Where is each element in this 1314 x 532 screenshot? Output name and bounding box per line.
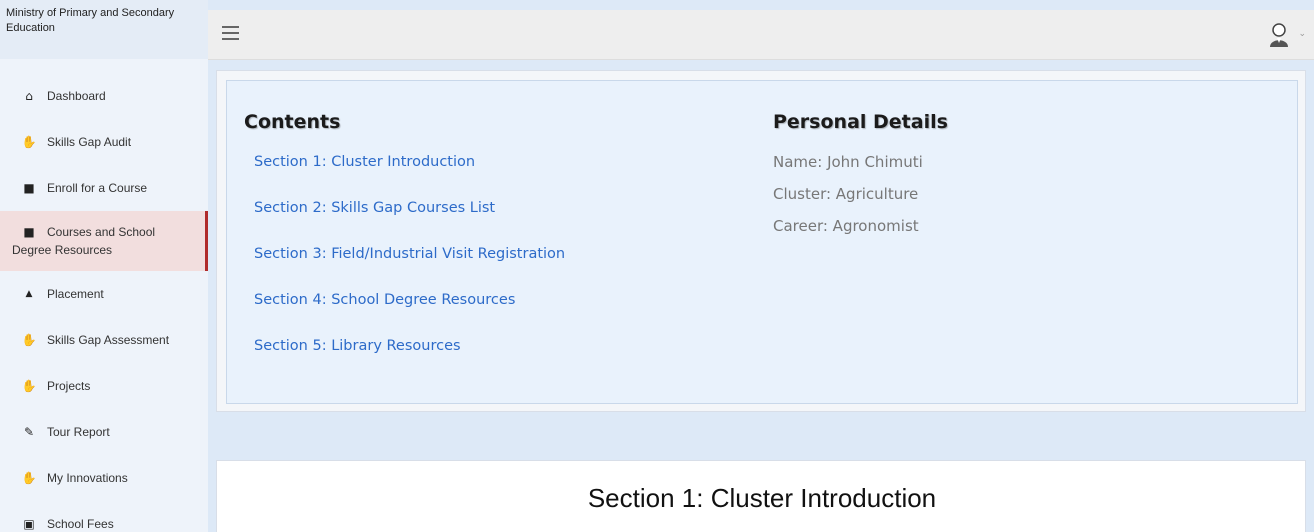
brand-title: Ministry of Primary and Secondary Educat…	[0, 0, 208, 59]
sidebar-item-skills-gap-assessment[interactable]: ✋ Skills Gap Assessment	[0, 317, 208, 363]
sidebar-item-enroll-course[interactable]: ■ Enroll for a Course	[0, 165, 208, 211]
bookmark-icon: ■	[23, 181, 35, 195]
sidebar-item-projects[interactable]: ✋ Projects	[0, 363, 208, 409]
contents-card: Contents Section 1: Cluster Introduction…	[216, 70, 1306, 412]
section-5-link[interactable]: Section 5: Library Resources	[254, 337, 565, 383]
sidebar-item-label: Enroll for a Course	[47, 181, 148, 195]
top-navbar: ⌄	[208, 10, 1314, 60]
sidebar-item-skills-gap-audit[interactable]: ✋ Skills Gap Audit	[0, 119, 208, 165]
handshake-icon: ✋	[21, 471, 37, 485]
contents-links: Section 1: Cluster Introduction Section …	[254, 153, 565, 383]
sidebar-item-label: Dashboard	[47, 89, 106, 103]
triangle-up-icon: ▲	[25, 289, 33, 299]
detail-cluster: Cluster: Agriculture	[773, 185, 919, 203]
sidebar-item-label: Skills Gap Audit	[47, 135, 132, 149]
edit-icon: ✎	[23, 425, 35, 439]
contents-heading: Contents	[244, 111, 341, 133]
section-title: Section 1: Cluster Introduction	[587, 483, 937, 513]
sidebar-item-school-fees[interactable]: ▣ School Fees	[0, 501, 208, 532]
sidebar-item-label: Placement	[47, 287, 104, 301]
section-3-link[interactable]: Section 3: Field/Industrial Visit Regist…	[254, 245, 565, 291]
contents-panel: Contents Section 1: Cluster Introduction…	[226, 80, 1298, 404]
section-1-link[interactable]: Section 1: Cluster Introduction	[254, 153, 565, 199]
sidebar-item-label: School Fees	[47, 517, 114, 531]
handshake-icon: ✋	[21, 135, 37, 149]
money-icon: ▣	[23, 517, 35, 531]
personal-details: Name: John Chimuti Cluster: Agriculture …	[773, 153, 923, 249]
section-2-link[interactable]: Section 2: Skills Gap Courses List	[254, 199, 565, 245]
chevron-down-icon[interactable]: ⌄	[1298, 28, 1306, 39]
handshake-icon: ✋	[21, 379, 37, 393]
handshake-icon: ✋	[21, 333, 37, 347]
sidebar-item-my-innovations[interactable]: ✋ My Innovations	[0, 455, 208, 501]
detail-name: Name: John Chimuti	[773, 153, 923, 171]
sidebar-item-label: My Innovations	[47, 471, 128, 485]
sidebar: Ministry of Primary and Secondary Educat…	[0, 0, 208, 532]
sidebar-item-courses-resources[interactable]: ■ Courses and School Degree Resources	[0, 211, 208, 271]
detail-career: Career: Agronomist	[773, 217, 919, 235]
hamburger-menu-icon[interactable]	[222, 26, 239, 40]
sidebar-item-dashboard[interactable]: ⌂ Dashboard	[0, 73, 208, 119]
sidebar-item-label: Courses and School	[47, 225, 156, 239]
home-icon: ⌂	[25, 89, 33, 103]
sidebar-item-label: Tour Report	[47, 425, 110, 439]
personal-details-heading: Personal Details	[773, 111, 948, 133]
sidebar-item-label: Skills Gap Assessment	[47, 333, 170, 347]
section-4-link[interactable]: Section 4: School Degree Resources	[254, 291, 565, 337]
section-card: Section 1: Cluster Introduction	[216, 460, 1306, 532]
sidebar-item-label: Degree Resources	[12, 243, 113, 257]
sidebar-item-tour-report[interactable]: ✎ Tour Report	[0, 409, 208, 455]
sidebar-item-label: Projects	[47, 379, 91, 393]
user-avatar-icon[interactable]	[1268, 22, 1290, 48]
bookmark-icon: ■	[23, 225, 35, 239]
sidebar-item-placement[interactable]: ▲ Placement	[0, 271, 208, 317]
sidebar-nav: ⌂ Dashboard ✋ Skills Gap Audit ■ Enroll …	[0, 73, 208, 532]
